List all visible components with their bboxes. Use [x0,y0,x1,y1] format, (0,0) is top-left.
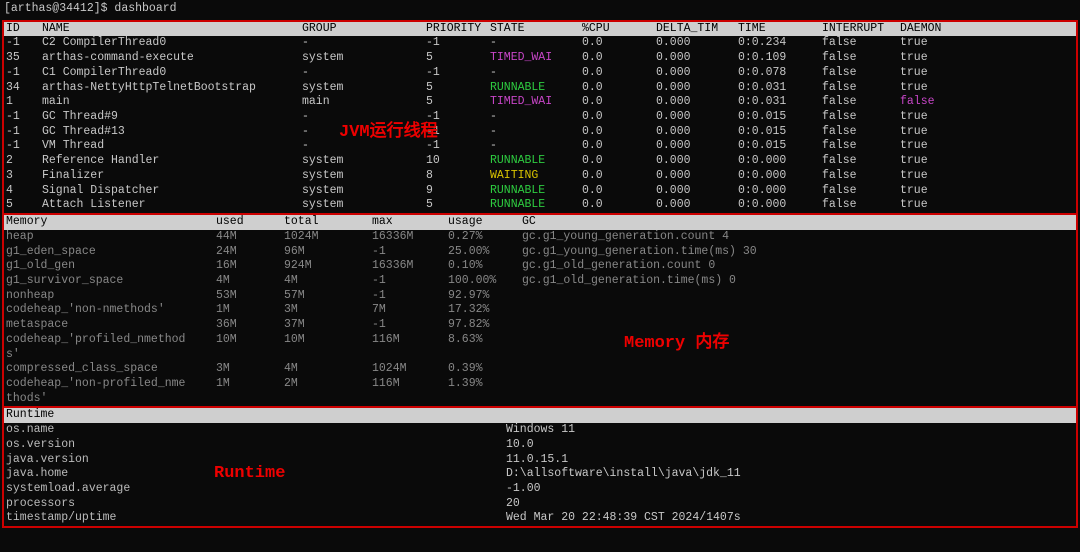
threads-panel: ID NAME GROUP PRIORITY STATE %CPU DELTA_… [2,20,1078,215]
runtime-panel: Runtime os.nameWindows 11os.version10.0j… [2,406,1078,528]
memory-row: compressed_class_space3M4M1024M0.39% [4,362,1076,377]
runtime-row: os.nameWindows 11 [4,423,1076,438]
thread-row: 5Attach Listenersystem5RUNNABLE0.00.0000… [4,198,1076,213]
memory-row: thods' [4,392,1076,407]
memory-row: metaspace36M37M-197.82% [4,318,1076,333]
runtime-row: timestamp/uptimeWed Mar 20 22:48:39 CST … [4,511,1076,526]
memory-row: codeheap_'non-nmethods'1M3M7M17.32% [4,303,1076,318]
memory-row: nonheap53M57M-192.97% [4,289,1076,304]
runtime-row: processors20 [4,497,1076,512]
col-delta: DELTA_TIM [656,22,738,37]
command-line[interactable]: [arthas@34412]$ dashboard [0,0,1080,19]
mcol-name: Memory [6,215,216,230]
thread-row: -1C2 CompilerThread0--1-0.00.0000:0.234f… [4,36,1076,51]
col-id: ID [6,22,42,37]
col-cpu: %CPU [582,22,656,37]
thread-row: -1GC Thread#13--1-0.00.0000:0.015falsetr… [4,125,1076,140]
mcol-total: total [284,215,372,230]
col-time: TIME [738,22,822,37]
memory-header-row: Memory used total max usage GC [4,215,1076,230]
runtime-header: Runtime [4,408,1076,423]
thread-row: 1mainmain5TIMED_WAI0.00.0000:0.031falsef… [4,95,1076,110]
memory-row: s' [4,348,1076,363]
runtime-row: java.homeD:\allsoftware\install\java\jdk… [4,467,1076,482]
memory-row: g1_old_gen16M924M16336M0.10%gc.g1_old_ge… [4,259,1076,274]
thread-row: -1VM Thread--1-0.00.0000:0.015falsetrue [4,139,1076,154]
threads-header-row: ID NAME GROUP PRIORITY STATE %CPU DELTA_… [4,22,1076,37]
col-daemon: DAEMON [900,22,960,37]
col-state: STATE [490,22,582,37]
mcol-gc: GC [522,215,1074,230]
memory-panel: Memory used total max usage GC heap44M10… [2,213,1078,406]
col-priority: PRIORITY [426,22,490,37]
memory-row: g1_eden_space24M96M-125.00%gc.g1_young_g… [4,245,1076,260]
thread-row: -1GC Thread#9--1-0.00.0000:0.015falsetru… [4,110,1076,125]
thread-row: 34arthas-NettyHttpTelnetBootstrapsystem5… [4,81,1076,96]
runtime-row: java.version11.0.15.1 [4,453,1076,468]
memory-row: codeheap_'non-profiled_nme1M2M116M1.39% [4,377,1076,392]
thread-row: 35arthas-command-executesystem5TIMED_WAI… [4,51,1076,66]
mcol-max: max [372,215,448,230]
col-interrupt: INTERRUPT [822,22,900,37]
thread-row: 4Signal Dispatchersystem9RUNNABLE0.00.00… [4,184,1076,199]
runtime-row: systemload.average-1.00 [4,482,1076,497]
memory-row: heap44M1024M16336M0.27%gc.g1_young_gener… [4,230,1076,245]
mcol-used: used [216,215,284,230]
thread-row: -1C1 CompilerThread0--1-0.00.0000:0.078f… [4,66,1076,81]
col-name: NAME [42,22,302,37]
mcol-usage: usage [448,215,522,230]
runtime-row: os.version10.0 [4,438,1076,453]
thread-row: 3Finalizersystem8WAITING0.00.0000:0.000f… [4,169,1076,184]
memory-row: codeheap_'profiled_nmethod10M10M116M8.63… [4,333,1076,348]
col-group: GROUP [302,22,426,37]
thread-row: 2Reference Handlersystem10RUNNABLE0.00.0… [4,154,1076,169]
memory-row: g1_survivor_space4M4M-1100.00%gc.g1_old_… [4,274,1076,289]
